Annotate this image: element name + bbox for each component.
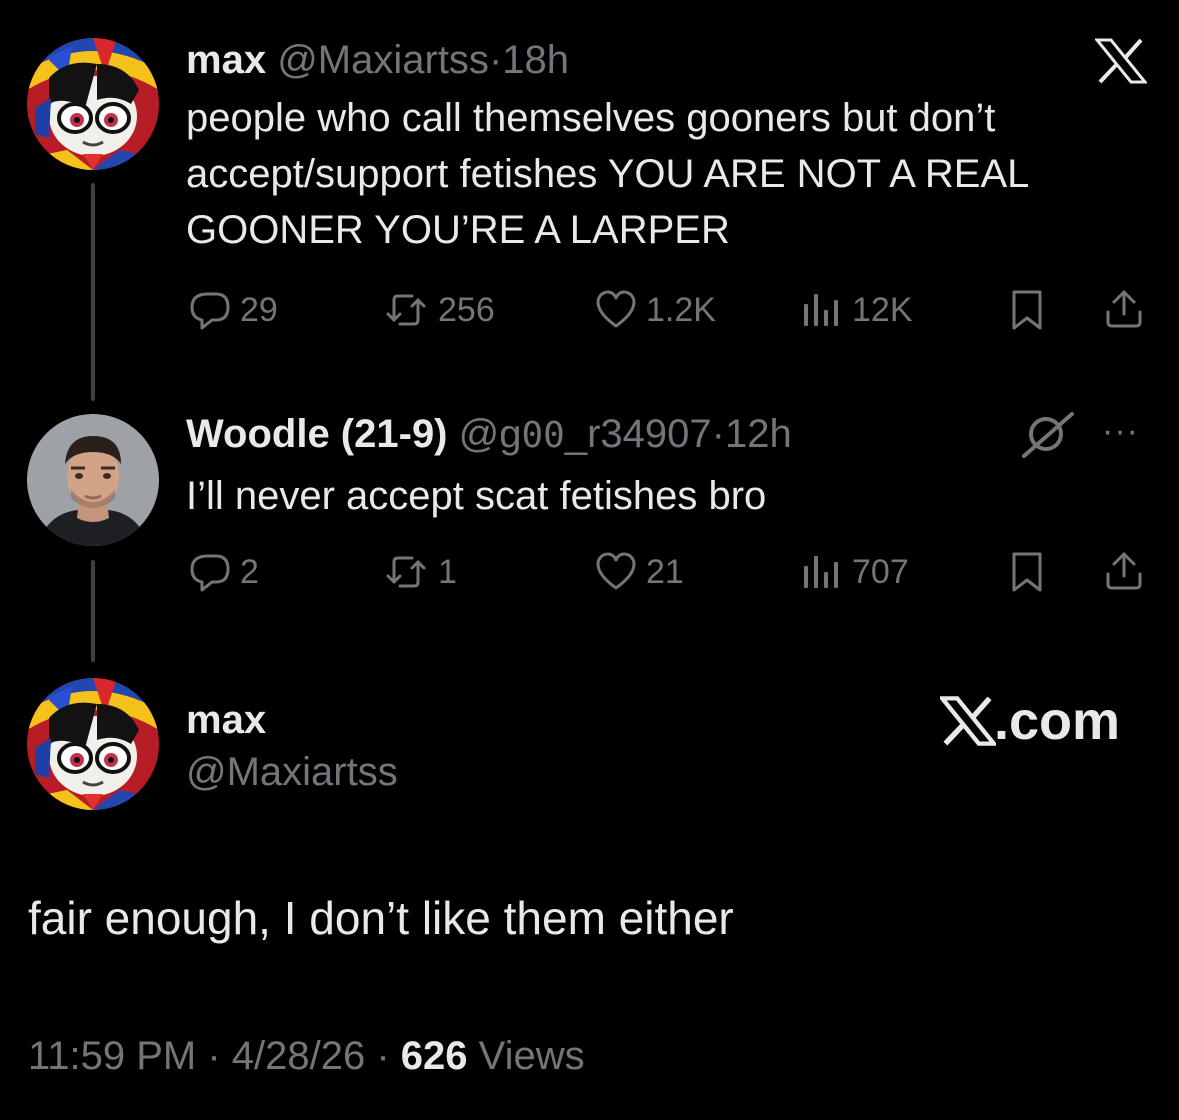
reply-count: 29 (240, 291, 278, 329)
repost-count: 256 (438, 291, 495, 329)
handle[interactable]: @Maxiartss (186, 752, 398, 792)
share-button[interactable] (1104, 288, 1144, 330)
repost-count: 1 (438, 553, 457, 591)
avatar[interactable] (27, 678, 159, 810)
separator: · (488, 38, 503, 82)
repost-button[interactable]: 1 (384, 552, 457, 592)
timestamp[interactable]: 12h (725, 412, 792, 456)
reply-button[interactable]: 2 (190, 552, 259, 592)
view-count: 626 (400, 1034, 468, 1078)
bookmark-button[interactable] (1008, 290, 1048, 330)
tweet-header: max @Maxiartss·18h (186, 40, 569, 80)
heart-icon (596, 290, 636, 328)
tweet-text-line: GOONER YOU’RE A LARPER (186, 208, 730, 252)
reply-icon (190, 554, 230, 592)
more-icon[interactable]: ··· (1102, 412, 1139, 451)
share-icon (1106, 552, 1142, 590)
share-icon (1106, 290, 1142, 328)
timestamp[interactable]: 18h (502, 38, 569, 82)
post-meta: 11:59 PM · 4/28/26 · 626 Views (28, 1036, 585, 1076)
repost-icon (386, 294, 426, 326)
handle[interactable]: @g00_r34907 (459, 412, 712, 456)
views-button[interactable]: 12K (802, 290, 913, 330)
share-button[interactable] (1104, 550, 1144, 592)
x-logo (1093, 38, 1149, 89)
bookmark-button[interactable] (1008, 552, 1048, 592)
like-count: 21 (646, 553, 684, 591)
thread-line (91, 560, 95, 662)
bookmark-icon (1012, 290, 1042, 330)
display-name[interactable]: max (186, 700, 266, 740)
x-logo (940, 696, 996, 746)
grok-icon[interactable] (1018, 410, 1078, 465)
thread-line (91, 183, 95, 401)
tweet-text: I’ll never accept scat fetishes bro (186, 474, 767, 518)
bookmark-icon (1012, 552, 1042, 592)
views-label: Views (467, 1034, 585, 1078)
views-icon (804, 556, 838, 588)
post-timestamp[interactable]: 11:59 PM · 4/28/26 · (28, 1034, 401, 1078)
repost-button[interactable]: 256 (384, 290, 495, 330)
tweet-text-line: accept/support fetishes YOU ARE NOT A RE… (186, 152, 1030, 196)
reply-button[interactable]: 29 (190, 290, 278, 330)
view-count: 707 (852, 553, 909, 591)
repost-icon (386, 556, 426, 588)
tweet-text: people who call themselves gooners but d… (186, 90, 1166, 258)
tweet-text-line: people who call themselves gooners but d… (186, 96, 996, 140)
views-button[interactable]: 707 (802, 552, 909, 592)
brand-text: .com (994, 691, 1121, 751)
post-text: fair enough, I don’t like them either (28, 892, 734, 944)
brand-label: .com (940, 690, 1120, 752)
like-button[interactable]: 1.2K (596, 290, 716, 330)
reply-count: 2 (240, 553, 259, 591)
tweet-header: Woodle (21-9) @g00_r34907·12h (186, 414, 792, 454)
avatar[interactable] (27, 38, 159, 170)
view-count: 12K (852, 291, 913, 329)
avatar[interactable] (27, 414, 159, 546)
reply-icon (190, 292, 230, 330)
like-button[interactable]: 21 (596, 552, 684, 592)
views-icon (804, 294, 838, 326)
like-count: 1.2K (646, 291, 716, 329)
heart-icon (596, 552, 636, 590)
handle[interactable]: @Maxiartss (277, 38, 489, 82)
display-name[interactable]: max (186, 38, 266, 82)
display-name[interactable]: Woodle (21-9) (186, 412, 448, 456)
separator: · (711, 412, 725, 456)
